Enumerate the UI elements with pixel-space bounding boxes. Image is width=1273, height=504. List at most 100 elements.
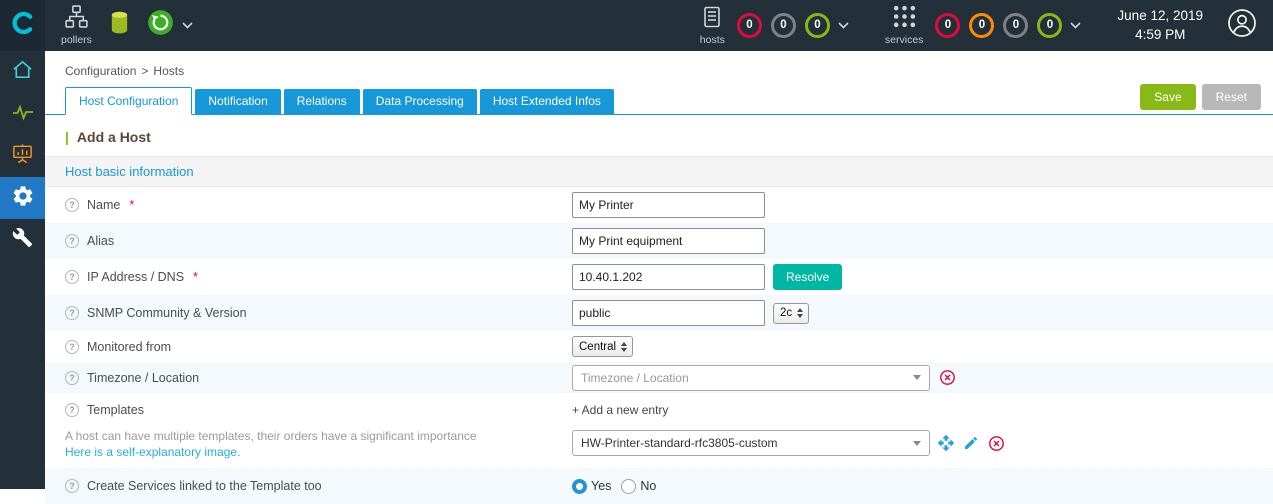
template-dropdown[interactable]: HW-Printer-standard-rfc3805-custom [572, 430, 930, 456]
current-date: June 12, 2019 [1117, 7, 1203, 23]
help-icon[interactable]: ? [65, 306, 79, 320]
form-row-create-services: ? Create Services linked to the Template… [45, 468, 1273, 504]
help-icon[interactable]: ? [65, 403, 79, 417]
save-button[interactable]: Save [1140, 84, 1196, 110]
template-delete-button[interactable] [987, 434, 1005, 452]
poller-state-menu[interactable] [147, 9, 193, 41]
wrench-icon [12, 227, 33, 253]
form-row-timezone: ? Timezone / Location Timezone / Locatio… [45, 362, 1273, 393]
clock: June 12, 2019 4:59 PM [1117, 6, 1203, 45]
chevron-down-icon [905, 366, 929, 390]
hosts-label: hosts [699, 33, 725, 46]
radio-selected-icon[interactable] [572, 478, 587, 494]
help-icon[interactable]: ? [65, 479, 79, 494]
home-icon [11, 58, 34, 86]
monitored-from-value: Central [579, 340, 617, 353]
timezone-dropdown[interactable]: Timezone / Location [572, 364, 930, 391]
select-stepper-icon [797, 308, 804, 318]
add-template-entry-link[interactable]: + Add a new entry [572, 401, 668, 419]
ip-address-label: IP Address / DNS [87, 270, 185, 284]
pollers-icon [64, 4, 89, 34]
no-label: No [640, 479, 657, 494]
create-services-no-option[interactable]: No [621, 478, 657, 494]
page-title: | Add a Host [45, 115, 1273, 156]
name-input[interactable] [572, 192, 765, 218]
required-asterisk: * [193, 270, 198, 284]
form-row-alias: ? Alias [45, 223, 1273, 259]
services-icon [892, 4, 917, 34]
chevron-down-icon[interactable] [182, 22, 193, 29]
hosts-unreachable-badge[interactable]: 0 [770, 12, 796, 38]
services-label: services [884, 34, 924, 47]
user-menu[interactable] [1227, 8, 1257, 43]
chart-icon [11, 142, 34, 170]
sidebar [0, 51, 45, 489]
topbar: pollers hosts 0 0 0 services 0 0 0 0 Jun… [0, 0, 1273, 51]
reset-button[interactable]: Reset [1201, 84, 1261, 110]
hosts-menu[interactable]: hosts [700, 5, 725, 47]
breadcrumb-configuration[interactable]: Configuration [65, 64, 136, 78]
timezone-clear-button[interactable] [938, 369, 956, 387]
hosts-up-badge[interactable]: 0 [804, 12, 830, 38]
help-icon[interactable]: ? [65, 234, 79, 248]
monitored-from-select[interactable]: Central [572, 336, 634, 357]
chevron-down-icon[interactable] [1070, 22, 1081, 29]
ip-address-input[interactable] [572, 264, 765, 290]
services-warning-badge[interactable]: 0 [969, 12, 995, 38]
help-icon[interactable]: ? [65, 370, 79, 385]
hosts-icon [700, 5, 724, 34]
help-icon[interactable]: ? [65, 270, 79, 284]
sidebar-item-administration[interactable] [0, 219, 45, 261]
select-stepper-icon [621, 341, 628, 352]
sidebar-item-configuration[interactable] [0, 177, 45, 219]
snmp-community-input[interactable] [572, 300, 765, 326]
create-services-label: Create Services linked to the Template t… [87, 479, 322, 494]
breadcrumb-separator: > [141, 64, 149, 78]
chevron-down-icon[interactable] [838, 22, 849, 29]
templates-note: A host can have multiple templates, thei… [65, 429, 477, 443]
sidebar-item-monitoring[interactable] [0, 93, 45, 135]
services-status-group: services 0 0 0 0 [885, 4, 1082, 47]
services-unknown-badge[interactable]: 0 [1003, 12, 1029, 38]
radio-unselected-icon[interactable] [621, 478, 637, 494]
form-actions: Save Reset [1140, 84, 1261, 110]
tab-host-extended-infos[interactable]: Host Extended Infos [479, 89, 614, 114]
form-row-monitored-from: ? Monitored from Central [45, 331, 1273, 362]
database-status[interactable] [108, 9, 131, 41]
centreon-logo[interactable] [0, 0, 45, 51]
snmp-version-select[interactable]: 2c [773, 302, 810, 324]
services-critical-badge[interactable]: 0 [935, 12, 961, 38]
breadcrumb: Configuration > Hosts [45, 51, 1273, 87]
centreon-logo-icon [10, 10, 36, 41]
form-row-snmp: ? SNMP Community & Version 2c [45, 295, 1273, 331]
sidebar-item-home[interactable] [0, 51, 45, 93]
tab-bar: Host Configuration Notification Relation… [45, 84, 1273, 115]
help-icon[interactable]: ? [65, 339, 79, 354]
template-selected-value: HW-Printer-standard-rfc3805-custom [581, 436, 778, 450]
help-icon[interactable]: ? [65, 198, 79, 212]
tab-notification[interactable]: Notification [195, 89, 281, 114]
resolve-button[interactable]: Resolve [773, 264, 843, 290]
tab-relations[interactable]: Relations [283, 89, 360, 114]
pollers-menu[interactable]: pollers [61, 4, 92, 47]
template-edit-button[interactable] [962, 434, 980, 452]
main-content: Configuration > Hosts Host Configuration… [45, 51, 1273, 504]
create-services-yes-option[interactable]: Yes [572, 478, 611, 494]
services-menu[interactable]: services [884, 4, 924, 47]
snmp-version-value: 2c [780, 307, 793, 319]
template-move-button[interactable] [937, 434, 955, 452]
section-header: Host basic information [45, 156, 1273, 187]
templates-note-link[interactable]: Here is a self-explanatory image. [65, 444, 572, 460]
alias-input[interactable] [572, 228, 765, 254]
tab-host-configuration[interactable]: Host Configuration [65, 87, 193, 115]
required-asterisk: * [129, 198, 135, 212]
user-icon [1227, 8, 1257, 43]
breadcrumb-hosts[interactable]: Hosts [153, 64, 184, 78]
services-ok-badge[interactable]: 0 [1037, 12, 1063, 38]
hosts-down-badge[interactable]: 0 [736, 12, 762, 38]
tab-data-processing[interactable]: Data Processing [362, 89, 477, 114]
chevron-down-icon [905, 431, 929, 455]
hosts-status-group: hosts 0 0 0 [700, 5, 849, 47]
form-row-ip-address: ? IP Address / DNS * Resolve [45, 259, 1273, 295]
sidebar-item-reporting[interactable] [0, 135, 45, 177]
